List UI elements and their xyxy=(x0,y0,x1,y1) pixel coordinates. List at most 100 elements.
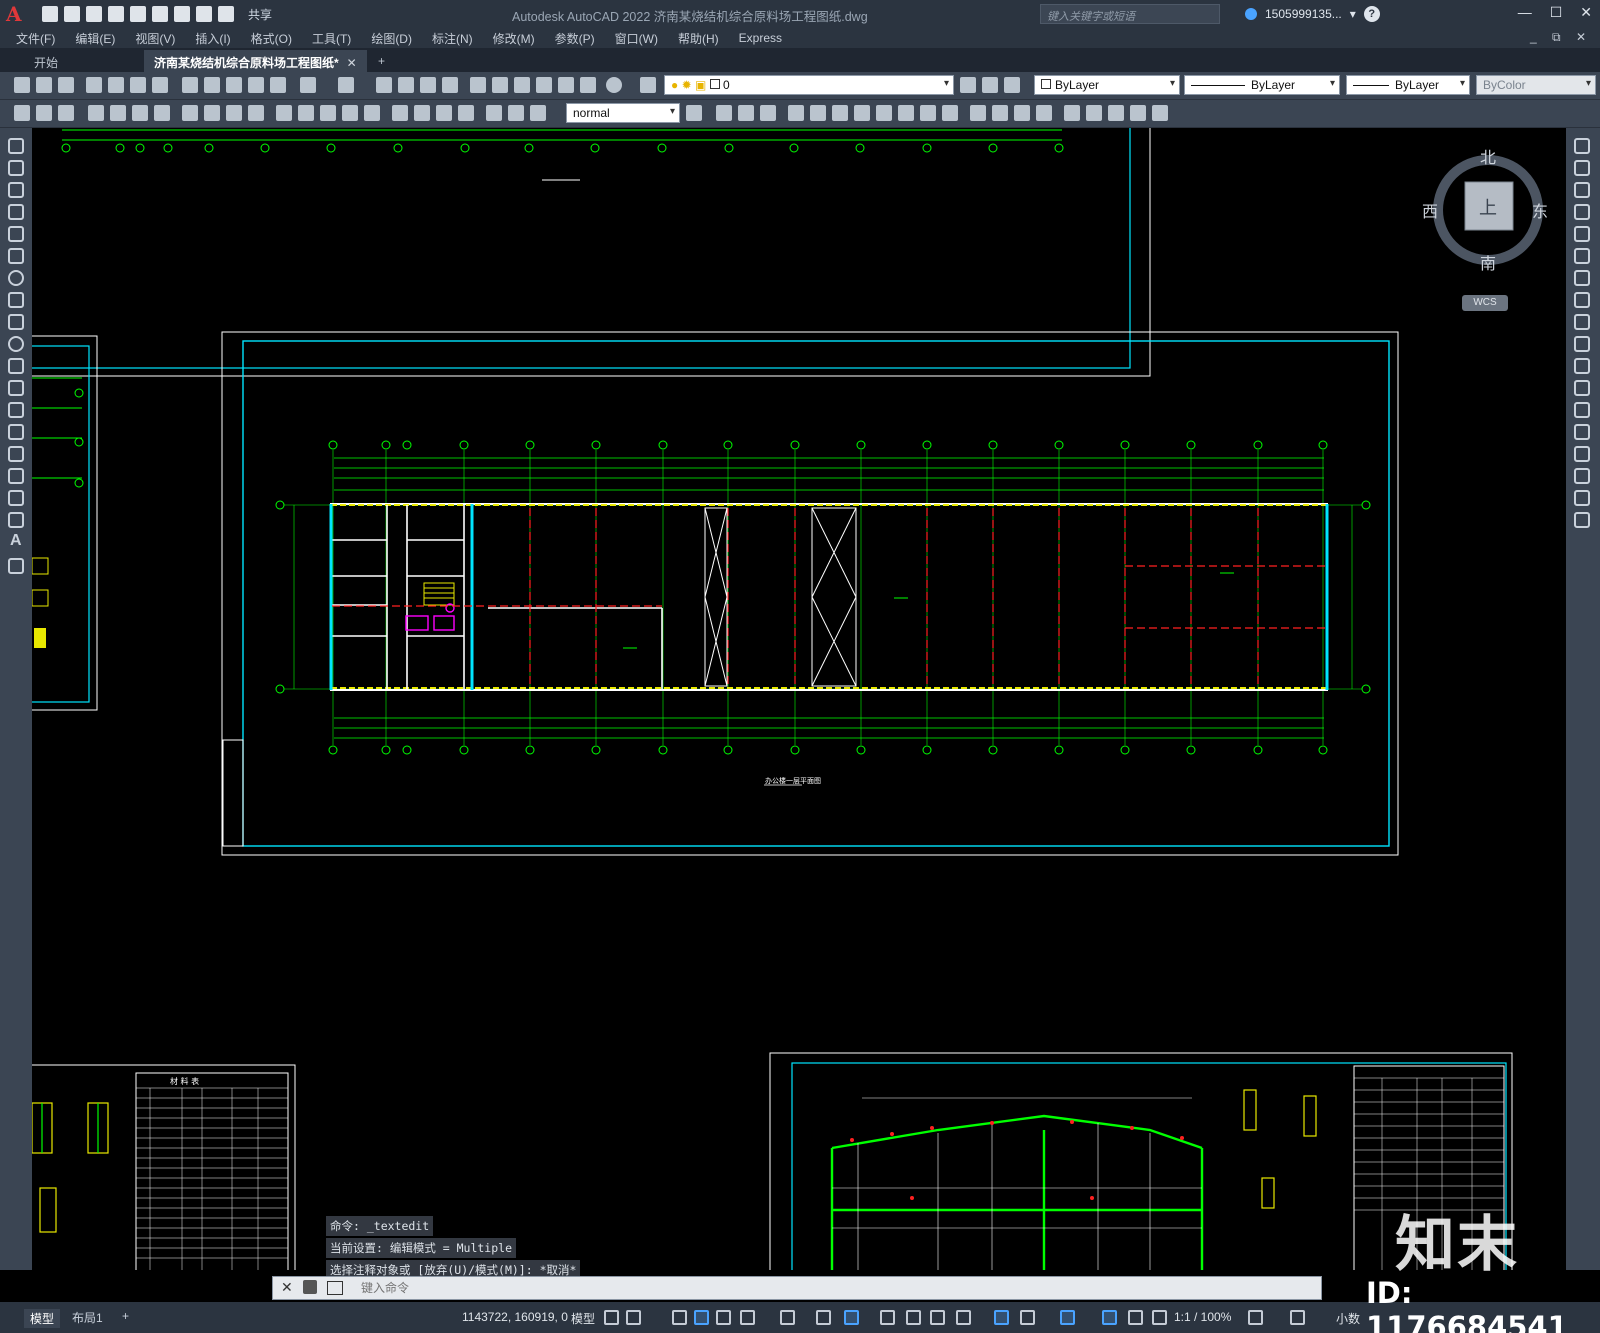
layer-dropdown[interactable]: ● ✹ ▣ 0 ▾ xyxy=(664,75,954,95)
zoom-previous-icon[interactable] xyxy=(442,77,458,93)
cut-icon[interactable] xyxy=(182,77,198,93)
menu-draw[interactable]: 绘图(D) xyxy=(371,30,412,47)
object-snap-icon[interactable] xyxy=(844,1310,859,1325)
insert-block-icon[interactable] xyxy=(8,380,24,396)
new-file-icon[interactable] xyxy=(42,6,58,22)
annotation-scale-value[interactable]: 1:1 / 100% xyxy=(1174,1310,1231,1324)
offset-tool-icon[interactable] xyxy=(1574,204,1590,220)
menu-insert[interactable]: 插入(I) xyxy=(195,30,230,47)
trim-tool-icon[interactable] xyxy=(1574,336,1590,352)
dynamic-ucs-icon[interactable] xyxy=(994,1310,1009,1325)
multiline-text-icon[interactable]: A xyxy=(10,532,26,549)
lineweight-icon[interactable] xyxy=(880,1310,895,1325)
menu-parametric[interactable]: 参数(P) xyxy=(555,30,595,47)
document-window-controls[interactable]: _ ⧉ ✕ xyxy=(1530,30,1592,45)
annotation-visibility-icon[interactable] xyxy=(1102,1310,1117,1325)
chamfer-icon[interactable] xyxy=(1014,105,1030,121)
open-file-icon[interactable] xyxy=(64,6,80,22)
break-tool-icon[interactable] xyxy=(1574,402,1590,418)
ellipse-icon[interactable] xyxy=(8,336,24,352)
undo-icon[interactable] xyxy=(196,6,212,22)
jogged-linear-icon[interactable] xyxy=(458,105,474,121)
redo-toolbar-icon[interactable] xyxy=(338,77,354,93)
grid-icon[interactable] xyxy=(604,1310,619,1325)
wcs-menu[interactable]: WCS xyxy=(1462,295,1508,311)
menu-view[interactable]: 视图(V) xyxy=(135,30,175,47)
design-center-icon[interactable] xyxy=(492,77,508,93)
center-mark-icon[interactable] xyxy=(414,105,430,121)
rotate-icon[interactable] xyxy=(854,105,870,121)
gizmo-icon[interactable] xyxy=(1060,1310,1075,1325)
3d-print-icon[interactable] xyxy=(152,77,168,93)
3d-osnap-icon[interactable] xyxy=(956,1310,971,1325)
menu-express[interactable]: Express xyxy=(739,31,782,45)
command-input[interactable] xyxy=(361,1279,1261,1297)
copy-icon[interactable] xyxy=(204,77,220,93)
layer-lock-icon[interactable]: ▣ xyxy=(695,78,706,92)
angular-dimension-icon[interactable] xyxy=(248,105,264,121)
markup-icon[interactable] xyxy=(558,77,574,93)
copy-object-icon[interactable] xyxy=(738,105,754,121)
east-label[interactable]: 东 xyxy=(1532,198,1548,222)
ordinate-dimension-icon[interactable] xyxy=(154,105,170,121)
menu-help[interactable]: 帮助(H) xyxy=(678,30,719,47)
break-point-tool-icon[interactable] xyxy=(1574,380,1590,396)
transparency-icon[interactable] xyxy=(906,1310,921,1325)
polar-tracking-icon[interactable] xyxy=(740,1310,755,1325)
aligned-dimension-icon[interactable] xyxy=(110,105,126,121)
close-icon[interactable]: ✕ xyxy=(1580,4,1592,21)
inspection-icon[interactable] xyxy=(436,105,452,121)
customize-wrench-icon[interactable] xyxy=(303,1280,317,1294)
spline-icon[interactable] xyxy=(8,314,24,330)
stretch-tool-icon[interactable] xyxy=(1574,314,1590,330)
isometric-icon[interactable] xyxy=(780,1310,795,1325)
dimension-update-icon[interactable] xyxy=(530,105,546,121)
zoom-window-icon[interactable] xyxy=(420,77,436,93)
break-icon[interactable] xyxy=(970,105,986,121)
save-web-icon[interactable] xyxy=(152,6,168,22)
explode-tool-icon[interactable] xyxy=(1574,512,1590,528)
scale-tool-icon[interactable] xyxy=(1574,292,1590,308)
blend-curves-tool-icon[interactable] xyxy=(1574,490,1590,506)
drawing-canvas[interactable]: 办公楼一层平面图 材 料 表 xyxy=(32,128,1566,1270)
undo-toolbar-icon[interactable] xyxy=(300,77,316,93)
object-snap-tracking-icon[interactable] xyxy=(816,1310,831,1325)
stretch-icon[interactable] xyxy=(898,105,914,121)
layer-previous-icon[interactable] xyxy=(982,77,998,93)
properties-icon[interactable] xyxy=(470,77,486,93)
mtext-icon[interactable] xyxy=(1152,105,1168,121)
coordinate-readout[interactable]: 1143722, 160919, 0 xyxy=(462,1310,568,1324)
edit-icon[interactable] xyxy=(14,105,30,121)
paste-icon[interactable] xyxy=(226,77,242,93)
fillet-tool-icon[interactable] xyxy=(1574,468,1590,484)
calculator-icon[interactable] xyxy=(580,77,596,93)
top-face-label[interactable]: 上 xyxy=(1479,194,1497,220)
layer-manager-icon[interactable] xyxy=(640,77,656,93)
menu-tools[interactable]: 工具(T) xyxy=(312,30,351,47)
menu-edit[interactable]: 编辑(E) xyxy=(75,30,115,47)
arc-icon[interactable] xyxy=(8,248,24,264)
publish-icon[interactable] xyxy=(130,77,146,93)
array-icon[interactable] xyxy=(810,105,826,121)
join-tool-icon[interactable] xyxy=(1574,424,1590,440)
revision-cloud-icon[interactable] xyxy=(8,292,24,308)
linetype-dropdown[interactable]: ByLayer ▾ xyxy=(1184,75,1340,95)
tab-layout1[interactable]: 布局1 xyxy=(72,1309,103,1326)
layer-on-icon[interactable]: ● xyxy=(671,78,678,92)
color-dropdown[interactable]: ByLayer ▾ xyxy=(1034,75,1180,95)
point-icon[interactable] xyxy=(8,424,24,440)
sheet-set-icon[interactable] xyxy=(536,77,552,93)
match-properties-icon[interactable] xyxy=(248,77,264,93)
help-toolbar-icon[interactable] xyxy=(606,77,622,93)
open-web-icon[interactable] xyxy=(130,6,146,22)
redo-icon[interactable] xyxy=(218,6,234,22)
move-tool-icon[interactable] xyxy=(1574,248,1590,264)
scale-icon[interactable] xyxy=(876,105,892,121)
extend-icon[interactable] xyxy=(942,105,958,121)
tool-palettes-icon[interactable] xyxy=(514,77,530,93)
user-name[interactable]: 1505999135... xyxy=(1265,7,1342,21)
zoom-realtime-icon[interactable] xyxy=(398,77,414,93)
cart-icon[interactable]: ▾ xyxy=(1350,7,1356,21)
move-icon[interactable] xyxy=(832,105,848,121)
dimension-space-icon[interactable] xyxy=(342,105,358,121)
